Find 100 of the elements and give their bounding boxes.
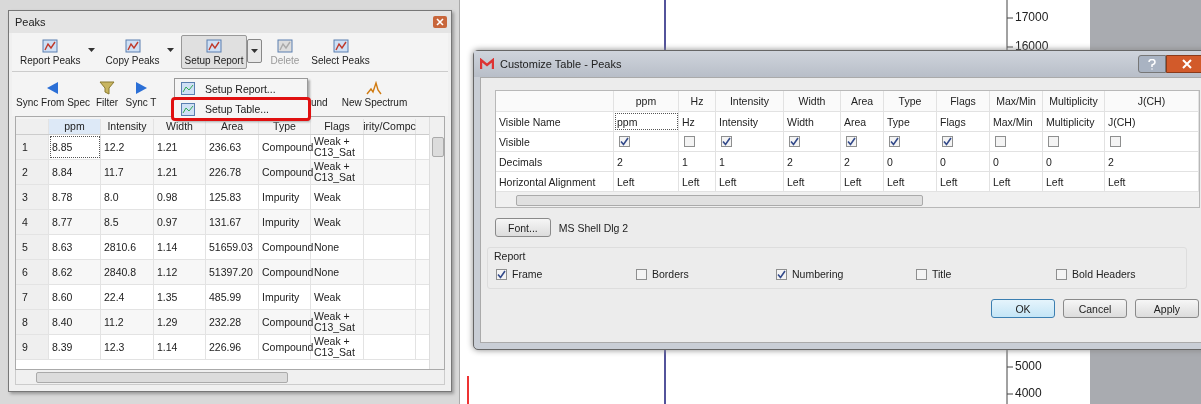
- help-icon[interactable]: [1138, 55, 1166, 73]
- table-cell[interactable]: ppm: [614, 112, 679, 131]
- table-cell[interactable]: Area: [841, 112, 884, 131]
- axis-label: 4000: [1015, 386, 1042, 400]
- dialog-button[interactable]: Cancel: [1063, 299, 1127, 318]
- table-cell[interactable]: Left: [990, 172, 1043, 191]
- row-number: 3: [16, 185, 49, 209]
- arrow-right-icon: [133, 80, 149, 95]
- dialog-title: Customize Table - Peaks: [500, 58, 622, 70]
- menu-item[interactable]: Setup Report...: [175, 79, 307, 98]
- horizontal-scrollbar[interactable]: [496, 192, 1199, 207]
- table-cell: 11.7: [101, 160, 154, 184]
- close-icon[interactable]: [433, 16, 447, 28]
- table-cell[interactable]: 0: [884, 152, 937, 171]
- row-number: 6: [16, 260, 49, 284]
- table-cell[interactable]: Multiplicity: [1043, 112, 1105, 131]
- table-cell: 8.62: [49, 260, 101, 284]
- table-cell[interactable]: Type: [884, 112, 937, 131]
- spectrum-icon: [366, 80, 383, 95]
- table-cell: 8.85: [49, 135, 101, 159]
- table-cell: 12.2: [101, 135, 154, 159]
- table-cell[interactable]: 2: [841, 152, 884, 171]
- table-cell[interactable]: 0: [990, 152, 1043, 171]
- horizontal-scrollbar[interactable]: [15, 370, 445, 385]
- table-cell[interactable]: Max/Min: [990, 112, 1043, 131]
- table-cell[interactable]: Left: [1043, 172, 1105, 191]
- table-cell[interactable]: Left: [784, 172, 841, 191]
- table-cell[interactable]: Left: [614, 172, 679, 191]
- column-header: Hz: [679, 91, 716, 111]
- column-header[interactable]: Width: [154, 119, 206, 134]
- table-cell: Compound: [259, 335, 311, 359]
- column-header[interactable]: Flags: [311, 119, 364, 134]
- table-cell[interactable]: Left: [716, 172, 784, 191]
- menu-item[interactable]: Setup Table...: [171, 97, 311, 121]
- checkbox[interactable]: [1056, 268, 1067, 280]
- checkbox[interactable]: [1048, 136, 1059, 147]
- checkbox-label: Title: [932, 268, 952, 280]
- toolbar-button[interactable]: Sync T: [124, 74, 158, 114]
- table-cell[interactable]: 2: [614, 152, 679, 171]
- checkbox[interactable]: [776, 268, 787, 280]
- toolbar-button[interactable]: Copy Peaks: [101, 35, 164, 69]
- checkbox[interactable]: [916, 268, 927, 280]
- table-cell[interactable]: Left: [937, 172, 990, 191]
- checkbox[interactable]: [619, 136, 630, 147]
- row-label: Visible: [496, 132, 614, 151]
- column-header[interactable]: Type: [259, 119, 311, 134]
- table-cell[interactable]: Width: [784, 112, 841, 131]
- toolbar-button[interactable]: Report Peaks: [16, 35, 85, 69]
- table-cell[interactable]: 2: [1105, 152, 1199, 171]
- column-header[interactable]: ppm: [49, 119, 101, 134]
- checkbox[interactable]: [995, 136, 1006, 147]
- table-cell[interactable]: Flags: [937, 112, 990, 131]
- checkbox[interactable]: [846, 136, 857, 147]
- dialog-button[interactable]: OK: [991, 299, 1055, 318]
- toolbar-button[interactable]: Sync From Spec: [16, 74, 90, 114]
- group-title: Report: [494, 250, 527, 262]
- table-cell: 226.96: [206, 335, 259, 359]
- table-cell[interactable]: J(CH): [1105, 112, 1199, 131]
- table-cell: 8.40: [49, 310, 101, 334]
- checkbox[interactable]: [721, 136, 732, 147]
- table-cell[interactable]: 1: [679, 152, 716, 171]
- checkbox[interactable]: [1110, 136, 1121, 147]
- toolbar-button[interactable]: Setup Report: [180, 35, 248, 69]
- table-cell: Compound: [259, 310, 311, 334]
- column-header[interactable]: irity/Compc: [364, 119, 416, 134]
- checkbox[interactable]: [684, 136, 695, 147]
- table-cell: 1.14: [154, 335, 206, 359]
- table-cell[interactable]: 1: [716, 152, 784, 171]
- row-number: 5: [16, 235, 49, 259]
- table-cell[interactable]: Left: [884, 172, 937, 191]
- row-label: Horizontal Alignment: [496, 172, 614, 191]
- column-header[interactable]: Intensity: [101, 119, 154, 134]
- checkbox[interactable]: [496, 268, 507, 280]
- table-cell[interactable]: 0: [1043, 152, 1105, 171]
- toolbar-button[interactable]: Select Peaks: [307, 35, 374, 69]
- dialog-button[interactable]: Apply: [1135, 299, 1199, 318]
- table-cell[interactable]: Hz: [679, 112, 716, 131]
- table-cell: Impurity: [259, 285, 311, 309]
- checkbox[interactable]: [789, 136, 800, 147]
- table-cell: Impurity: [259, 210, 311, 234]
- checkbox[interactable]: [636, 268, 647, 280]
- table-cell: 236.63: [206, 135, 259, 159]
- checkbox[interactable]: [889, 136, 900, 147]
- caret-icon[interactable]: [247, 39, 263, 63]
- checkbox[interactable]: [942, 136, 953, 147]
- close-icon[interactable]: [1166, 55, 1201, 73]
- vertical-scrollbar[interactable]: [429, 117, 444, 369]
- table-cell[interactable]: Left: [679, 172, 716, 191]
- toolbar-button[interactable]: New Spectrum: [340, 74, 409, 114]
- toolbar-button[interactable]: und: [310, 74, 329, 114]
- font-button[interactable]: Font...: [495, 218, 551, 237]
- table-cell[interactable]: Left: [1105, 172, 1199, 191]
- table-cell: 8.0: [101, 185, 154, 209]
- table-cell[interactable]: Left: [841, 172, 884, 191]
- table-cell: 1.14: [154, 235, 206, 259]
- table-cell[interactable]: 0: [937, 152, 990, 171]
- column-header[interactable]: Area: [206, 119, 259, 134]
- table-cell[interactable]: Intensity: [716, 112, 784, 131]
- toolbar-button[interactable]: Filter: [90, 74, 124, 114]
- table-cell[interactable]: 2: [784, 152, 841, 171]
